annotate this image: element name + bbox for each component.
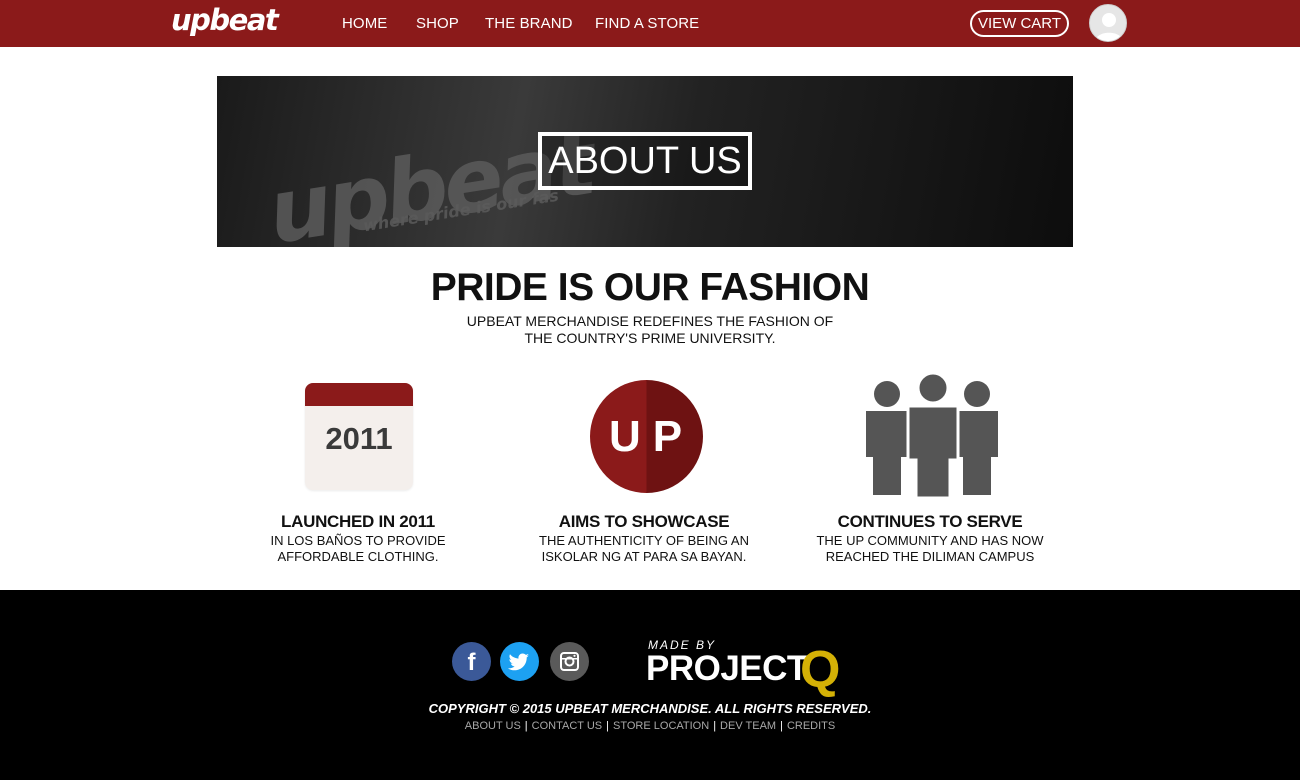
- project-q-wordmark[interactable]: PROJECT: [646, 649, 808, 689]
- calendar-header: [305, 383, 413, 406]
- nav-shop[interactable]: SHOP: [416, 15, 459, 32]
- feature-desc-showcase-line-1: THE AUTHENTICITY OF BEING AN: [539, 533, 749, 548]
- feature-title-serve: CONTINUES TO SERVE: [837, 512, 1023, 531]
- up-logo-icon: UP: [590, 380, 703, 493]
- twitter-icon[interactable]: [500, 642, 539, 681]
- copyright-text: COPYRIGHT © 2015 UPBEAT MERCHANDISE. ALL…: [428, 701, 872, 716]
- footer-link-credits[interactable]: CREDITS: [787, 720, 835, 732]
- feature-title-launched: LAUNCHED IN 2011: [281, 512, 435, 531]
- calendar-year: 2011: [325, 421, 393, 456]
- nav-home[interactable]: HOME: [342, 15, 387, 32]
- separator: |: [780, 720, 783, 732]
- user-icon: [1095, 13, 1123, 41]
- feature-desc-launched-line-2: AFFORDABLE CLOTHING.: [277, 549, 439, 564]
- svg-text:f: f: [468, 649, 477, 676]
- feature-desc-serve-line-1: THE UP COMMUNITY AND HAS NOW: [816, 533, 1044, 548]
- about-banner: upbeat where pride is our fas ABOUT US: [217, 76, 1073, 247]
- instagram-icon[interactable]: [550, 642, 589, 681]
- footer-link-dev-team[interactable]: DEV TEAM: [720, 720, 776, 732]
- view-cart-button[interactable]: VIEW CART: [970, 10, 1069, 37]
- people-icon: [866, 373, 998, 498]
- calendar-icon: 2011: [305, 383, 413, 490]
- separator: |: [713, 720, 717, 732]
- facebook-icon[interactable]: f: [452, 642, 491, 681]
- footer-link-store-location[interactable]: STORE LOCATION: [613, 720, 709, 732]
- banner-title: ABOUT US: [538, 132, 752, 190]
- nav-the-brand[interactable]: THE BRAND: [485, 15, 573, 32]
- footer-links: ABOUT US | CONTACT US | STORE LOCATION | DEV T…: [0, 720, 1300, 732]
- project-q-letter: Q: [800, 641, 841, 699]
- user-avatar[interactable]: [1089, 4, 1127, 42]
- nav-find-a-store[interactable]: FIND A STORE: [595, 15, 699, 32]
- footer-link-contact-us[interactable]: CONTACT US: [532, 720, 603, 732]
- headline-subtext-line-1: UPBEAT MERCHANDISE REDEFINES THE FASHION…: [466, 313, 834, 329]
- separator: |: [606, 720, 610, 732]
- page-headline: PRIDE IS OUR FASHION: [430, 266, 870, 309]
- feature-desc-showcase-line-2: ISKOLAR NG AT PARA SA BAYAN.: [541, 549, 747, 564]
- feature-desc-serve-line-2: REACHED THE DILIMAN CAMPUS: [825, 549, 1035, 564]
- top-nav-bar: upbeat HOME SHOP THE BRAND FIND A STORE …: [0, 0, 1300, 47]
- headline-subtext-line-2: THE COUNTRY'S PRIME UNIVERSITY.: [524, 330, 776, 346]
- feature-desc-launched-line-1: IN LOS BAÑOS TO PROVIDE: [270, 533, 446, 548]
- site-logo[interactable]: upbeat: [171, 3, 279, 37]
- feature-title-showcase: AIMS TO SHOWCASE: [558, 512, 730, 531]
- footer-link-about-us[interactable]: ABOUT US: [465, 720, 521, 732]
- separator: |: [524, 720, 528, 732]
